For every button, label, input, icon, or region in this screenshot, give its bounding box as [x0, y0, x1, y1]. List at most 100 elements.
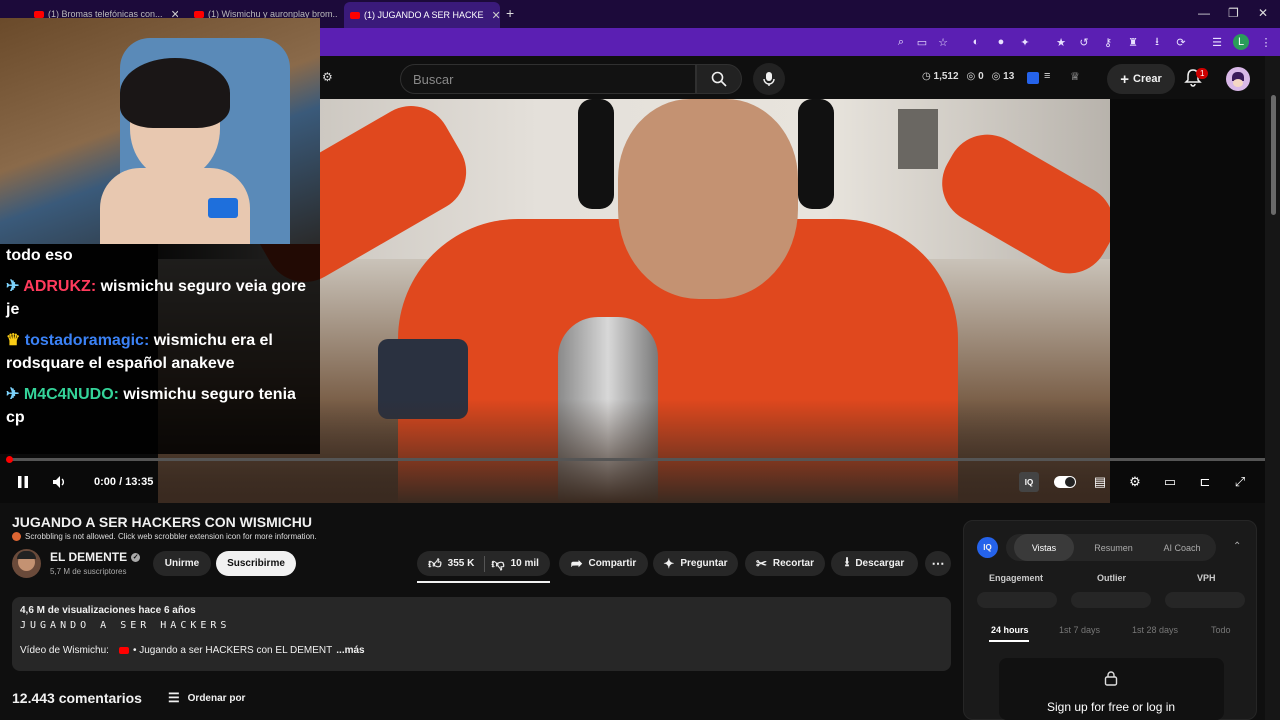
chat-username: tostadoramagic:	[24, 332, 150, 349]
show-more-link[interactable]: ...más	[336, 645, 364, 656]
extension-icon[interactable]: ●	[993, 34, 1009, 50]
sword-badge-icon: ✈	[6, 386, 20, 403]
search-icon	[711, 71, 727, 87]
menu-kebab-icon[interactable]: ⋮	[1258, 34, 1274, 50]
profile-avatar-icon[interactable]: L	[1233, 34, 1249, 50]
join-button[interactable]: Unirme	[153, 551, 211, 576]
iq-tab-bar: Vistas Resumen AI Coach	[1006, 534, 1216, 561]
comments-count: 12.443 comentarios	[12, 690, 142, 706]
youtube-link-icon	[118, 647, 129, 654]
key-icon[interactable]: ⚷	[1100, 34, 1116, 50]
close-window-icon[interactable]: ✕	[1258, 6, 1268, 20]
download-label: Descargar	[855, 558, 905, 569]
avatar-face	[1233, 79, 1243, 87]
share-label: Compartir	[588, 558, 637, 569]
bookmark-star-icon[interactable]: ☆	[935, 34, 951, 50]
description-box[interactable]: 4,6 M de visualizaciones hace 6 años JUG…	[12, 597, 951, 671]
channel-avatar[interactable]	[12, 549, 41, 578]
share-button[interactable]: ➦ Compartir	[559, 551, 648, 576]
browser-tab-active[interactable]: (1) JUGANDO A SER HACKE ✕	[344, 2, 500, 28]
chat-username: ADRUKZ:	[23, 278, 97, 295]
description-source-label: Vídeo de Wismichu:	[20, 645, 109, 656]
iq-extension-icon[interactable]	[1027, 72, 1039, 84]
dislike-count: 10 mil	[510, 558, 539, 569]
scrobble-notice[interactable]: Scrobbling is not allowed. Click web scr…	[12, 532, 317, 541]
subtitles-icon[interactable]: ▤	[1090, 472, 1110, 492]
youtube-favicon-icon	[34, 10, 44, 18]
range-7-days[interactable]: 1st 7 days	[1059, 625, 1100, 635]
metric-value-blurred	[1165, 592, 1245, 608]
dislike-button[interactable]: 👎︎ 10 mil	[491, 556, 539, 572]
cast-icon[interactable]: ⊏	[1195, 472, 1215, 492]
ask-button[interactable]: ✦ Preguntar	[653, 551, 738, 576]
new-tab-button[interactable]: +	[506, 5, 514, 21]
clock-stat: ◷ 1,512	[922, 71, 959, 82]
media-icon[interactable]: ☰	[1209, 34, 1225, 50]
tab-ai-coach[interactable]: AI Coach	[1151, 534, 1213, 561]
create-button[interactable]: + Crear	[1107, 64, 1175, 94]
cast-icon[interactable]: ▭	[914, 34, 930, 50]
channel-name[interactable]: EL DEMENTE ✓	[50, 550, 141, 564]
star-icon[interactable]: ★	[1053, 34, 1069, 50]
description-source-link[interactable]: • Jugando a ser HACKERS con EL DEMENT	[133, 645, 332, 656]
pause-button[interactable]	[13, 472, 33, 492]
signup-link[interactable]: Sign up for free or log in	[1047, 700, 1175, 714]
search-input[interactable]: Buscar	[400, 64, 696, 94]
metric-label-engagement: Engagement	[989, 573, 1044, 583]
progress-scrubber[interactable]	[6, 456, 13, 463]
sync-icon[interactable]: ⟳	[1173, 34, 1189, 50]
like-button[interactable]: 👍︎ 355 K	[428, 555, 486, 572]
webcam-hair	[120, 58, 230, 128]
subscribe-label: Suscribirme	[227, 558, 285, 569]
extension-icon[interactable]: ♜	[1125, 34, 1141, 50]
streamer-webcam	[0, 18, 320, 244]
more-actions-button[interactable]: ⋯	[925, 551, 951, 576]
metric-value-blurred	[977, 592, 1057, 608]
iq-player-icon[interactable]: IQ	[1019, 472, 1039, 492]
video-person-face	[618, 99, 798, 299]
clip-label: Recortar	[772, 558, 815, 569]
close-tab-icon[interactable]: ✕	[492, 9, 500, 22]
volume-button[interactable]	[50, 472, 70, 492]
lock-icon	[1104, 671, 1118, 686]
autoplay-toggle[interactable]	[1054, 472, 1076, 492]
chat-message: todo eso	[6, 247, 73, 264]
chat-message: ✈ ADRUKZ: wismichu seguro veia gore je	[6, 275, 314, 321]
clip-button[interactable]: ✂ Recortar	[745, 551, 825, 576]
search-button[interactable]	[696, 64, 742, 94]
list-icon[interactable]: ≡	[1044, 70, 1050, 82]
subscribe-button[interactable]: Suscribirme	[216, 551, 296, 576]
thumbs-up-icon: 👍︎	[428, 555, 442, 571]
youtube-favicon-icon	[194, 10, 204, 18]
minimize-icon[interactable]: —	[1198, 6, 1210, 20]
stream-chat-overlay: todo eso ✈ ADRUKZ: wismichu seguro veia …	[0, 244, 320, 454]
puzzle-icon[interactable]: ✦	[1017, 34, 1033, 50]
trophy-icon[interactable]: ♕	[1070, 70, 1080, 83]
filters-icon[interactable]: ⚙	[322, 70, 333, 84]
fullscreen-icon[interactable]: ⤢	[1230, 472, 1250, 492]
extension-icon[interactable]: ◐	[968, 34, 984, 50]
restore-icon[interactable]: ❐	[1228, 6, 1239, 20]
tab-resumen[interactable]: Resumen	[1081, 534, 1146, 561]
zoom-icon[interactable]: ⌕	[893, 34, 909, 50]
download-icon[interactable]: ⭳	[1149, 34, 1165, 50]
range-28-days[interactable]: 1st 28 days	[1132, 625, 1178, 635]
account-avatar[interactable]	[1226, 67, 1250, 91]
tab-vistas[interactable]: Vistas	[1014, 534, 1074, 561]
history-icon[interactable]: ↺	[1076, 34, 1092, 50]
settings-gear-icon[interactable]: ⚙	[1125, 472, 1145, 492]
page-scroll-thumb[interactable]	[1271, 95, 1276, 215]
chat-username: M4C4NUDO:	[23, 386, 119, 403]
download-button[interactable]: ⭳ Descargar	[831, 551, 918, 576]
toggle-track	[1054, 476, 1076, 488]
metric-value-blurred	[1071, 592, 1151, 608]
range-all[interactable]: Todo	[1211, 625, 1231, 635]
progress-bar[interactable]	[8, 458, 1265, 461]
collapse-chevron-icon[interactable]: ⌃	[1233, 541, 1241, 552]
theater-mode-icon[interactable]: ▭	[1160, 472, 1180, 492]
sort-comments-button[interactable]: ☰ Ordenar por	[168, 690, 245, 706]
description-title: JUGANDO A SER HACKERS	[20, 620, 231, 631]
range-24-hours[interactable]: 24 hours	[991, 625, 1029, 635]
thumbs-down-icon: 👎︎	[491, 555, 505, 571]
voice-search-button[interactable]	[753, 63, 785, 95]
